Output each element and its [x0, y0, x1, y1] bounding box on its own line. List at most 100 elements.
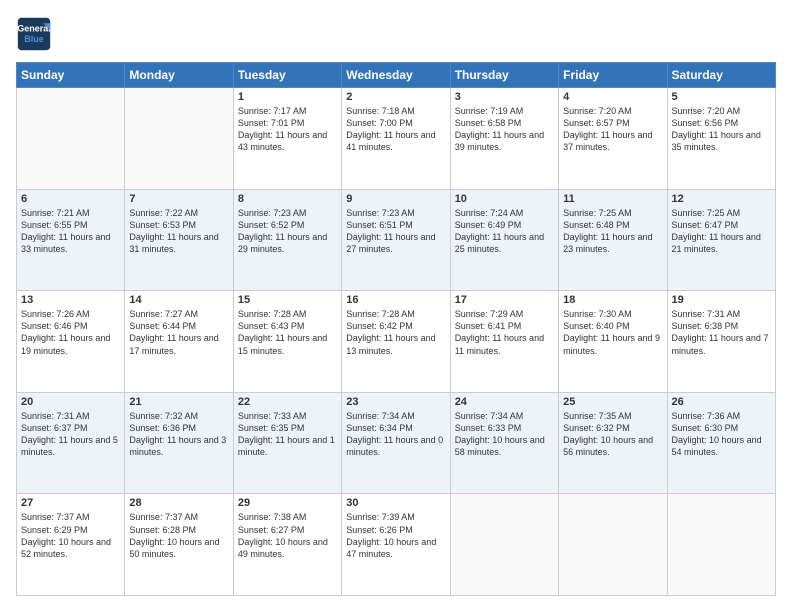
calendar-week-1: 1 Sunrise: 7:17 AM Sunset: 7:01 PM Daylig…	[17, 88, 776, 190]
calendar-cell: 21 Sunrise: 7:32 AM Sunset: 6:36 PM Dayli…	[125, 392, 233, 494]
day-info: Sunrise: 7:20 AM Sunset: 6:57 PM Dayligh…	[563, 105, 662, 154]
calendar-cell: 5 Sunrise: 7:20 AM Sunset: 6:56 PM Daylig…	[667, 88, 775, 190]
weekday-header-sunday: Sunday	[17, 63, 125, 88]
calendar-cell: 10 Sunrise: 7:24 AM Sunset: 6:49 PM Dayli…	[450, 189, 558, 291]
calendar-cell: 9 Sunrise: 7:23 AM Sunset: 6:51 PM Daylig…	[342, 189, 450, 291]
weekday-header-saturday: Saturday	[667, 63, 775, 88]
calendar-cell: 20 Sunrise: 7:31 AM Sunset: 6:37 PM Dayli…	[17, 392, 125, 494]
day-number: 26	[672, 396, 771, 408]
day-info: Sunrise: 7:22 AM Sunset: 6:53 PM Dayligh…	[129, 207, 228, 256]
day-number: 11	[563, 193, 662, 205]
day-info: Sunrise: 7:29 AM Sunset: 6:41 PM Dayligh…	[455, 308, 554, 357]
calendar-cell	[559, 494, 667, 596]
day-number: 30	[346, 497, 445, 509]
weekday-header-tuesday: Tuesday	[233, 63, 341, 88]
day-info: Sunrise: 7:35 AM Sunset: 6:32 PM Dayligh…	[563, 410, 662, 459]
svg-text:Blue: Blue	[24, 34, 44, 44]
day-info: Sunrise: 7:23 AM Sunset: 6:52 PM Dayligh…	[238, 207, 337, 256]
day-info: Sunrise: 7:17 AM Sunset: 7:01 PM Dayligh…	[238, 105, 337, 154]
day-number: 17	[455, 294, 554, 306]
day-number: 16	[346, 294, 445, 306]
calendar-cell: 8 Sunrise: 7:23 AM Sunset: 6:52 PM Daylig…	[233, 189, 341, 291]
day-info: Sunrise: 7:20 AM Sunset: 6:56 PM Dayligh…	[672, 105, 771, 154]
day-info: Sunrise: 7:37 AM Sunset: 6:29 PM Dayligh…	[21, 511, 120, 560]
calendar-cell: 3 Sunrise: 7:19 AM Sunset: 6:58 PM Daylig…	[450, 88, 558, 190]
day-info: Sunrise: 7:31 AM Sunset: 6:38 PM Dayligh…	[672, 308, 771, 357]
calendar-cell: 1 Sunrise: 7:17 AM Sunset: 7:01 PM Daylig…	[233, 88, 341, 190]
day-info: Sunrise: 7:25 AM Sunset: 6:47 PM Dayligh…	[672, 207, 771, 256]
weekday-header-monday: Monday	[125, 63, 233, 88]
calendar-cell: 25 Sunrise: 7:35 AM Sunset: 6:32 PM Dayli…	[559, 392, 667, 494]
weekday-header-wednesday: Wednesday	[342, 63, 450, 88]
calendar-cell: 6 Sunrise: 7:21 AM Sunset: 6:55 PM Daylig…	[17, 189, 125, 291]
day-info: Sunrise: 7:27 AM Sunset: 6:44 PM Dayligh…	[129, 308, 228, 357]
day-info: Sunrise: 7:38 AM Sunset: 6:27 PM Dayligh…	[238, 511, 337, 560]
calendar-week-5: 27 Sunrise: 7:37 AM Sunset: 6:29 PM Dayli…	[17, 494, 776, 596]
calendar-week-2: 6 Sunrise: 7:21 AM Sunset: 6:55 PM Daylig…	[17, 189, 776, 291]
day-info: Sunrise: 7:26 AM Sunset: 6:46 PM Dayligh…	[21, 308, 120, 357]
day-info: Sunrise: 7:18 AM Sunset: 7:00 PM Dayligh…	[346, 105, 445, 154]
day-info: Sunrise: 7:28 AM Sunset: 6:42 PM Dayligh…	[346, 308, 445, 357]
calendar-cell: 27 Sunrise: 7:37 AM Sunset: 6:29 PM Dayli…	[17, 494, 125, 596]
calendar-cell: 14Sunrise: 7:27 AM Sunset: 6:44 PM Dayli…	[125, 291, 233, 393]
calendar-cell: 16 Sunrise: 7:28 AM Sunset: 6:42 PM Dayli…	[342, 291, 450, 393]
day-info: Sunrise: 7:34 AM Sunset: 6:33 PM Dayligh…	[455, 410, 554, 459]
calendar-cell	[125, 88, 233, 190]
day-info: Sunrise: 7:31 AM Sunset: 6:37 PM Dayligh…	[21, 410, 120, 459]
page: General Blue SundayMondayTuesdayWednesda…	[0, 0, 792, 612]
day-number: 4	[563, 91, 662, 103]
logo-icon: General Blue	[16, 16, 52, 52]
day-number: 21	[129, 396, 228, 408]
day-info: Sunrise: 7:36 AM Sunset: 6:30 PM Dayligh…	[672, 410, 771, 459]
header: General Blue	[16, 16, 776, 52]
day-number: 1	[238, 91, 337, 103]
day-info: Sunrise: 7:19 AM Sunset: 6:58 PM Dayligh…	[455, 105, 554, 154]
calendar-cell: 29 Sunrise: 7:38 AM Sunset: 6:27 PM Dayli…	[233, 494, 341, 596]
calendar-cell	[17, 88, 125, 190]
day-number: 7	[129, 193, 228, 205]
day-number: 23	[346, 396, 445, 408]
calendar-cell: 7 Sunrise: 7:22 AM Sunset: 6:53 PM Daylig…	[125, 189, 233, 291]
calendar-cell: 24 Sunrise: 7:34 AM Sunset: 6:33 PM Dayli…	[450, 392, 558, 494]
day-info: Sunrise: 7:34 AM Sunset: 6:34 PM Dayligh…	[346, 410, 445, 459]
day-number: 22	[238, 396, 337, 408]
day-info: Sunrise: 7:30 AM Sunset: 6:40 PM Dayligh…	[563, 308, 662, 357]
calendar-cell: 2 Sunrise: 7:18 AM Sunset: 7:00 PM Daylig…	[342, 88, 450, 190]
day-number: 8	[238, 193, 337, 205]
day-info: Sunrise: 7:37 AM Sunset: 6:28 PM Dayligh…	[129, 511, 228, 560]
day-info: Sunrise: 7:39 AM Sunset: 6:26 PM Dayligh…	[346, 511, 445, 560]
calendar-cell: 13Sunrise: 7:26 AM Sunset: 6:46 PM Dayli…	[17, 291, 125, 393]
day-number: 20	[21, 396, 120, 408]
calendar-cell: 18Sunrise: 7:30 AM Sunset: 6:40 PM Dayli…	[559, 291, 667, 393]
day-number: 12	[672, 193, 771, 205]
day-number: 28	[129, 497, 228, 509]
day-number: 24	[455, 396, 554, 408]
day-info: Sunrise: 7:24 AM Sunset: 6:49 PM Dayligh…	[455, 207, 554, 256]
day-number: 3	[455, 91, 554, 103]
day-number: 10	[455, 193, 554, 205]
day-number: 29	[238, 497, 337, 509]
day-number: 19	[672, 294, 771, 306]
day-info: Sunrise: 7:32 AM Sunset: 6:36 PM Dayligh…	[129, 410, 228, 459]
day-number: 25	[563, 396, 662, 408]
day-number: 2	[346, 91, 445, 103]
calendar-table: SundayMondayTuesdayWednesdayThursdayFrid…	[16, 62, 776, 596]
calendar-cell	[667, 494, 775, 596]
day-info: Sunrise: 7:23 AM Sunset: 6:51 PM Dayligh…	[346, 207, 445, 256]
calendar-cell: 4 Sunrise: 7:20 AM Sunset: 6:57 PM Daylig…	[559, 88, 667, 190]
day-number: 6	[21, 193, 120, 205]
day-number: 9	[346, 193, 445, 205]
calendar-cell: 15Sunrise: 7:28 AM Sunset: 6:43 PM Dayli…	[233, 291, 341, 393]
day-number: 27	[21, 497, 120, 509]
day-number: 5	[672, 91, 771, 103]
calendar-cell: 12 Sunrise: 7:25 AM Sunset: 6:47 PM Dayli…	[667, 189, 775, 291]
calendar-cell: 11Sunrise: 7:25 AM Sunset: 6:48 PM Dayli…	[559, 189, 667, 291]
logo: General Blue	[16, 16, 56, 52]
day-info: Sunrise: 7:33 AM Sunset: 6:35 PM Dayligh…	[238, 410, 337, 459]
calendar-cell: 26 Sunrise: 7:36 AM Sunset: 6:30 PM Dayli…	[667, 392, 775, 494]
calendar-cell: 19 Sunrise: 7:31 AM Sunset: 6:38 PM Dayli…	[667, 291, 775, 393]
weekday-header-friday: Friday	[559, 63, 667, 88]
calendar-cell: 17 Sunrise: 7:29 AM Sunset: 6:41 PM Dayli…	[450, 291, 558, 393]
calendar-cell: 23 Sunrise: 7:34 AM Sunset: 6:34 PM Dayli…	[342, 392, 450, 494]
day-info: Sunrise: 7:21 AM Sunset: 6:55 PM Dayligh…	[21, 207, 120, 256]
